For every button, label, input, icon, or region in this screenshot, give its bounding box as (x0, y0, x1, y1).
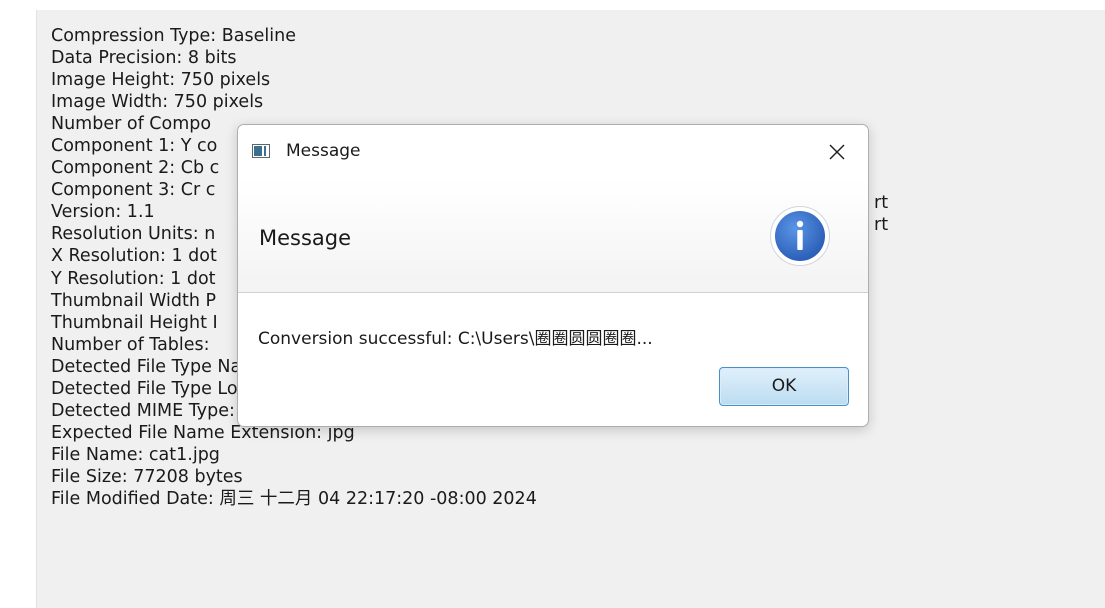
message-dialog: Message Message Conversion successful: C… (237, 124, 869, 427)
ok-button[interactable]: OK (719, 367, 849, 406)
close-icon (829, 144, 845, 160)
metadata-line: File Name: cat1.jpg (51, 444, 220, 465)
metadata-line: File Modified Date: 周三 十二月 04 22:17:20 -… (51, 488, 537, 509)
metadata-line: Image Height: 750 pixels (51, 70, 271, 91)
dialog-title-bar[interactable]: Message (238, 125, 868, 179)
dialog-content-text: Conversion successful: C:\Users\圈圈圆圆圈圈..… (258, 329, 653, 349)
window-top-strip (0, 0, 1105, 10)
metadata-line: Data Precision: 8 bits (51, 48, 237, 69)
metadata-line: Compression Type: Baseline (51, 26, 296, 46)
metadata-line: File Size: 77208 bytes (51, 466, 243, 487)
app-window-icon (252, 144, 270, 158)
metadata-line-overflow: rt (874, 215, 889, 235)
info-icon (770, 206, 830, 266)
metadata-line-overflow: rt (874, 193, 889, 213)
dialog-header: Message (238, 179, 868, 293)
metadata-line: Image Width: 750 pixels (51, 92, 264, 113)
dialog-title: Message (286, 141, 361, 161)
dialog-header-text: Message (259, 226, 352, 250)
close-button[interactable] (814, 134, 860, 170)
